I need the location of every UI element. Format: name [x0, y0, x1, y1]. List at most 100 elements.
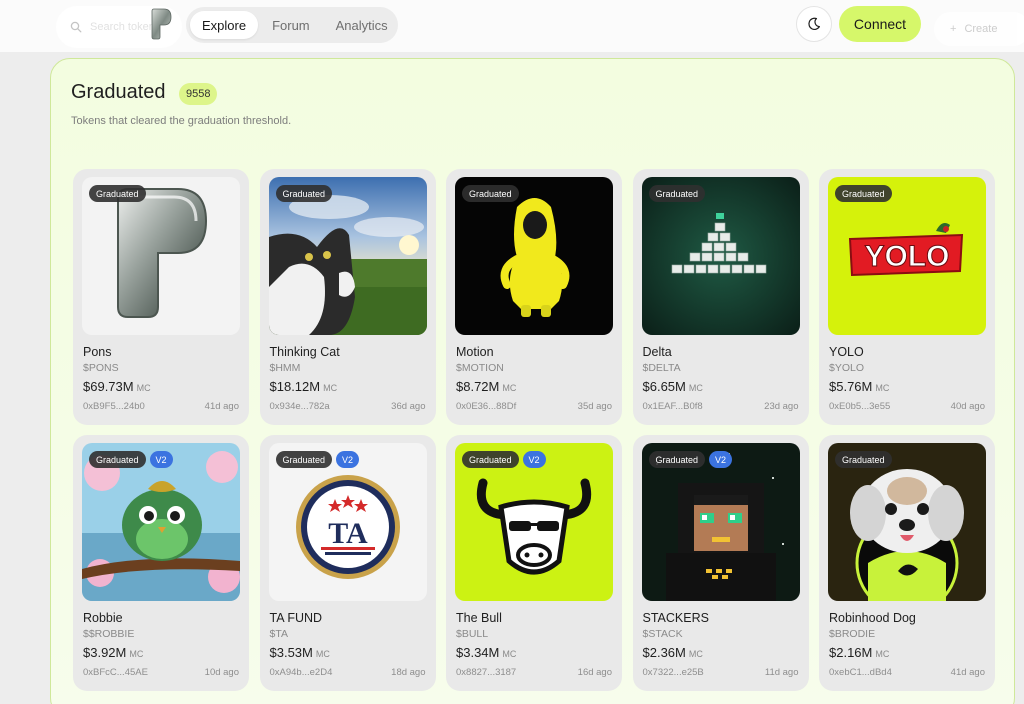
graduated-badge: Graduated: [835, 185, 892, 202]
graduated-badge: Graduated: [275, 451, 333, 468]
token-age: 23d ago: [764, 401, 799, 412]
token-symbol: $$ROBBIE: [83, 628, 135, 640]
token-symbol: $PONS: [83, 362, 119, 374]
market-cap: $18.12M MC: [270, 379, 338, 394]
connect-button[interactable]: Connect: [839, 6, 921, 42]
token-card-robbie[interactable]: Graduated V2 Robbie $$ROBBIE $3.92M MC 0xB…: [73, 435, 249, 691]
mc-label: MC: [502, 383, 517, 393]
market-cap-value: $69.73M: [83, 379, 134, 394]
yolo-logo-text: YOLO: [864, 240, 949, 273]
market-cap: $2.16M MC: [829, 645, 889, 660]
main-nav: Explore Forum Analytics: [186, 7, 398, 43]
ta-logo-text: TA: [328, 517, 368, 550]
token-address: 0x0E36...88Df: [456, 401, 517, 412]
theme-toggle-button[interactable]: [796, 6, 832, 42]
graduated-badge: Graduated: [648, 451, 706, 468]
market-cap: $2.36M MC: [643, 645, 703, 660]
token-address: 0x1EAF...B0f8: [642, 401, 703, 412]
app-logo[interactable]: [150, 8, 172, 40]
token-card-pons[interactable]: Graduated Pons $PONS $69.73M MC 0xB9F5...…: [73, 169, 249, 425]
market-cap-value: $3.53M: [269, 645, 313, 660]
token-symbol: $YOLO: [829, 362, 865, 374]
plus-icon: +: [950, 23, 957, 35]
market-cap-value: $3.92M: [83, 645, 127, 660]
page-title: Graduated: [71, 81, 166, 103]
token-name: STACKERS: [642, 611, 709, 625]
graduated-badge: Graduated: [89, 451, 146, 468]
token-symbol: $DELTA: [642, 362, 681, 374]
mc-label: MC: [688, 383, 703, 393]
token-symbol: $BULL: [456, 628, 489, 640]
token-card-the-bull[interactable]: Graduated V2 The Bull $BULL $3.34M MC 0x88…: [446, 435, 622, 691]
token-symbol: $MOTION: [456, 362, 504, 374]
create-label: Create: [964, 23, 998, 35]
token-address: 0xE0b5...3e55: [829, 401, 891, 412]
token-age: 40d ago: [950, 401, 985, 412]
graduated-badge: Graduated: [835, 451, 892, 468]
token-card-yolo[interactable]: YOLO Graduated YOLO $YOLO $5.76M MC 0xE0b…: [819, 169, 995, 425]
token-age: 18d ago: [391, 667, 426, 678]
token-card-thinking-cat[interactable]: Graduated Thinking Cat $HMM $18.12M MC 0x…: [259, 169, 436, 425]
market-cap: $6.65M MC: [643, 379, 703, 394]
market-cap-value: $5.76M: [829, 379, 873, 394]
token-name: Robinhood Dog: [829, 611, 916, 625]
token-card-delta[interactable]: Graduated Delta $DELTA $6.65M MC 0x1EAF..…: [632, 169, 809, 425]
v2-badge: V2: [149, 451, 173, 468]
token-symbol: $STACK: [642, 628, 683, 640]
market-cap-value: $3.34M: [456, 645, 500, 660]
market-cap: $5.76M MC: [829, 379, 889, 394]
market-cap-value: $18.12M: [269, 379, 321, 394]
token-age: 36d ago: [391, 401, 426, 412]
token-card-robinhood-dog[interactable]: Graduated Robinhood Dog $BRODIE $2.16M MC…: [819, 435, 995, 691]
token-address: 0x7322...e25B: [642, 667, 704, 678]
market-cap-value: $8.72M: [456, 379, 500, 394]
token-age: 16d ago: [577, 667, 612, 678]
market-cap: $8.72M MC: [456, 379, 516, 394]
mc-label: MC: [875, 649, 890, 659]
graduated-badge: Graduated: [462, 451, 519, 468]
token-card-ta-fund[interactable]: TA Graduated V2 TA FUND $TA $3.53M MC 0xA9…: [259, 435, 436, 691]
mc-label: MC: [688, 649, 703, 659]
token-name: The Bull: [456, 611, 502, 625]
market-cap: $69.73M MC: [83, 379, 151, 394]
market-cap: $3.34M MC: [456, 645, 516, 660]
graduated-badge: Graduated: [462, 185, 519, 202]
token-card-motion[interactable]: Graduated Motion $MOTION $8.72M MC 0x0E36…: [446, 169, 622, 425]
moon-icon: [808, 17, 820, 31]
mc-label: MC: [502, 649, 517, 659]
token-name: Pons: [83, 345, 112, 359]
market-cap: $3.92M MC: [83, 645, 143, 660]
graduated-panel: Graduated 9558 Tokens that cleared the g…: [50, 58, 1015, 704]
page-subtitle: Tokens that cleared the graduation thres…: [71, 115, 292, 127]
mc-label: MC: [875, 383, 890, 393]
token-address: 0x934e...782a: [269, 401, 330, 412]
v2-badge: V2: [522, 451, 546, 468]
token-address: 0xebC1...dBd4: [829, 667, 892, 678]
token-age: 41d ago: [950, 667, 985, 678]
top-bar: Search tokens Explore Forum Analytics Co…: [0, 0, 1024, 52]
graduated-badge: Graduated: [275, 185, 333, 202]
token-name: Thinking Cat: [269, 345, 340, 359]
token-symbol: $TA: [269, 628, 288, 640]
token-age: 11d ago: [764, 667, 799, 678]
v2-badge: V2: [709, 451, 733, 468]
token-name: Motion: [456, 345, 494, 359]
market-cap-value: $2.16M: [829, 645, 873, 660]
token-card-stackers[interactable]: Graduated V2 STACKERS $STACK $2.36M MC 0x7…: [632, 435, 809, 691]
token-address: 0x8827...3187: [456, 667, 517, 678]
market-cap-value: $2.36M: [642, 645, 686, 660]
market-cap-value: $6.65M: [642, 379, 686, 394]
token-address: 0xB9F5...24b0: [83, 401, 145, 412]
token-address: 0xBFcC...45AE: [83, 667, 148, 678]
tab-explore[interactable]: Explore: [190, 11, 259, 39]
token-symbol: $BRODIE: [829, 628, 876, 640]
mc-label: MC: [129, 649, 144, 659]
tab-forum[interactable]: Forum: [260, 11, 322, 39]
market-cap: $3.53M MC: [270, 645, 330, 660]
mc-label: MC: [323, 383, 338, 393]
create-button[interactable]: + Create: [934, 12, 1024, 46]
tab-analytics[interactable]: Analytics: [324, 11, 400, 39]
token-age: 41d ago: [204, 401, 239, 412]
token-age: 35d ago: [577, 401, 612, 412]
token-symbol: $HMM: [269, 362, 301, 374]
